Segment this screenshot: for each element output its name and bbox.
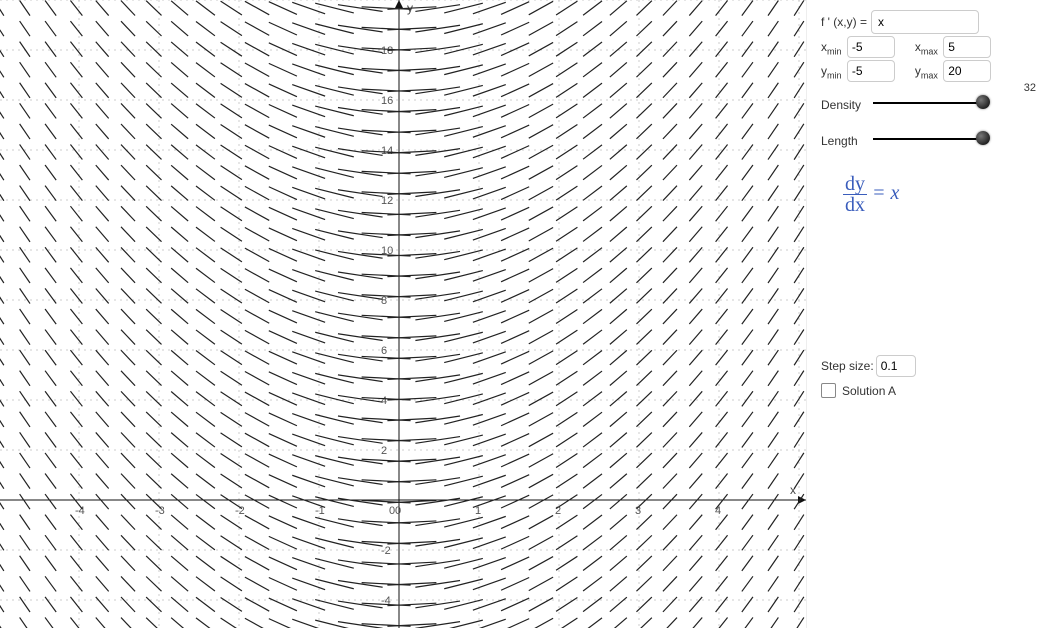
function-input[interactable] [871,10,979,34]
svg-text:18: 18 [381,45,393,57]
equation-display: dy dx = x [843,174,1050,215]
svg-text:4: 4 [381,395,387,407]
density-slider-row: Density 32 [821,88,1050,118]
density-label: Density [821,98,861,112]
solution-a-label: Solution A [842,384,896,398]
plot-pane: xy-4-3-2-1012340-4-224681012141618 [0,0,806,628]
xmax-input[interactable] [943,36,991,58]
svg-text:x: x [790,483,796,497]
svg-text:8: 8 [381,295,387,307]
density-value: 32 [1024,82,1036,94]
slope-field-plot[interactable]: xy-4-3-2-1012340-4-224681012141618 [0,0,806,628]
svg-text:12: 12 [381,195,393,207]
length-slider-row: Length [821,124,1050,154]
xmin-input[interactable] [847,36,895,58]
svg-text:16: 16 [381,95,393,107]
svg-text:0: 0 [389,505,395,517]
svg-text:6: 6 [381,345,387,357]
length-thumb[interactable] [976,131,990,145]
solution-a-checkbox[interactable] [821,383,836,398]
step-label: Step size: [821,359,874,373]
length-label: Length [821,134,858,148]
density-slider[interactable] [873,102,983,104]
svg-text:-2: -2 [381,545,391,557]
svg-text:2: 2 [381,445,387,457]
svg-text:0: 0 [395,505,401,517]
svg-text:14: 14 [381,145,393,157]
controls-pane: f ' (x,y) = xmin xmax ymin ymax [806,0,1060,628]
ymin-input[interactable] [847,60,895,82]
function-label: f ' (x,y) = [821,15,867,29]
xmax-label: xmax [915,40,941,54]
length-slider[interactable] [873,138,983,140]
function-row: f ' (x,y) = [821,10,1050,34]
step-input[interactable] [876,355,916,377]
ymin-label: ymin [821,64,845,78]
xmin-label: xmin [821,40,845,54]
density-thumb[interactable] [976,95,990,109]
ymax-input[interactable] [943,60,991,82]
ymax-label: ymax [915,64,941,78]
